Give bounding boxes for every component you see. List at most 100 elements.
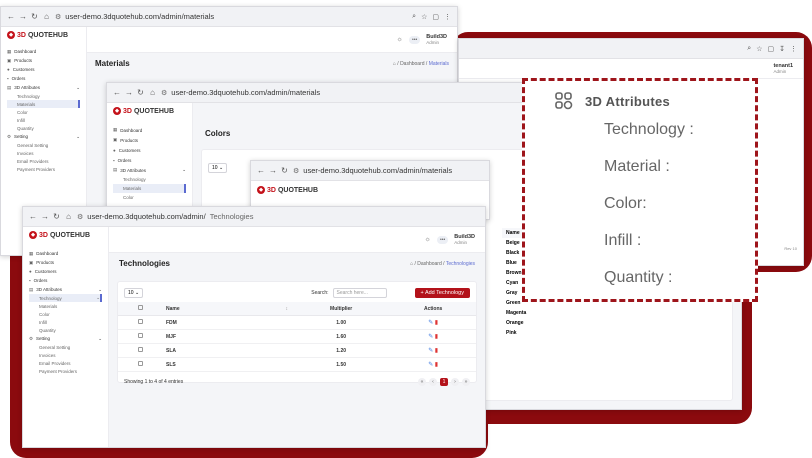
- sidebar-item-customers[interactable]: ● Customers: [113, 145, 186, 155]
- sidebar-item-email-providers[interactable]: Email Providers: [29, 359, 102, 367]
- add-technology-button[interactable]: + Add Technology: [414, 288, 470, 298]
- edit-icon[interactable]: ✎: [428, 362, 433, 368]
- address-bar[interactable]: ⚙ user-demo.3dquotehub.com/admin/material…: [55, 12, 407, 21]
- page-button[interactable]: 1: [440, 378, 448, 386]
- star-icon[interactable]: ☆: [421, 13, 427, 21]
- forward-icon[interactable]: →: [269, 166, 277, 175]
- sidebar-item-invoices[interactable]: Invoices: [7, 149, 80, 157]
- download-icon[interactable]: ↧: [779, 45, 785, 53]
- trash-icon[interactable]: ▮: [435, 320, 438, 326]
- zoom-icon[interactable]: ⌕: [412, 13, 416, 21]
- sidebar-item-products[interactable]: ▣ Products: [113, 135, 186, 145]
- sidebar-item-customers[interactable]: ● Customers: [7, 65, 80, 74]
- sidebar-item-customers[interactable]: ● Customers: [29, 267, 102, 276]
- sidebar-item-general-setting[interactable]: General Setting: [29, 343, 102, 351]
- page-size-select[interactable]: 10 ⌄: [208, 163, 228, 173]
- row-checkbox[interactable]: [118, 357, 162, 372]
- zoom-icon[interactable]: ⌕: [747, 45, 751, 53]
- reload-icon[interactable]: ↻: [31, 12, 38, 21]
- address-bar[interactable]: ⚙ user-demo.3dquotehub.com/admin/material…: [293, 166, 483, 175]
- sidebar-item-infill[interactable]: Infill: [29, 318, 102, 326]
- sidebar-item-quantity[interactable]: Quantity: [7, 124, 80, 132]
- breadcrumb-dashboard[interactable]: Dashboard: [400, 61, 424, 67]
- sidebar-item-payment-providers[interactable]: Payment Providers: [7, 165, 80, 173]
- extension-icon[interactable]: ▢: [768, 45, 775, 53]
- site-settings-icon[interactable]: ⚙: [161, 89, 167, 97]
- sidebar-item-products[interactable]: ▣ Products: [7, 56, 80, 65]
- home-icon[interactable]: ⌂: [393, 61, 396, 67]
- site-settings-icon[interactable]: ⚙: [293, 167, 299, 175]
- forward-icon[interactable]: →: [41, 212, 49, 221]
- sidebar-item-materials[interactable]: Materials: [29, 302, 102, 310]
- sidebar-item-materials[interactable]: Materials: [113, 184, 186, 193]
- back-icon[interactable]: ←: [113, 88, 121, 97]
- sidebar-item-dashboard[interactable]: ▦ Dashboard: [29, 249, 102, 258]
- forward-icon[interactable]: →: [19, 12, 27, 21]
- menu-icon[interactable]: ⋮: [444, 13, 451, 21]
- edit-icon[interactable]: ✎: [428, 334, 433, 340]
- sidebar-item-color[interactable]: Color: [29, 310, 102, 318]
- reload-icon[interactable]: ↻: [137, 88, 144, 97]
- back-icon[interactable]: ←: [29, 212, 37, 221]
- sidebar-item-color[interactable]: Color: [7, 108, 80, 116]
- avatar[interactable]: •••: [436, 235, 449, 244]
- user-menu[interactable]: Build3D Admin: [454, 234, 475, 246]
- edit-icon[interactable]: ✎: [428, 348, 433, 354]
- sidebar-item-materials[interactable]: Materials: [7, 100, 80, 108]
- sidebar-item-dashboard[interactable]: ▦ Dashboard: [7, 47, 80, 56]
- last-page-icon[interactable]: »: [462, 378, 470, 386]
- next-page-icon[interactable]: ›: [451, 378, 459, 386]
- trash-icon[interactable]: ▮: [435, 362, 438, 368]
- home-icon[interactable]: ⌂: [149, 88, 156, 97]
- sidebar-item-general-setting[interactable]: General Setting: [7, 141, 80, 149]
- avatar[interactable]: •••: [408, 35, 421, 44]
- column-header-multiplier[interactable]: Multiplier: [292, 302, 391, 316]
- sidebar-item-orders[interactable]: ▪ Orders: [113, 155, 186, 165]
- search-input[interactable]: Search here...: [332, 288, 387, 298]
- sidebar-item-dashboard[interactable]: ▦ Dashboard: [113, 125, 186, 135]
- menu-icon[interactable]: ⋮: [790, 45, 797, 53]
- site-settings-icon[interactable]: ⚙: [55, 13, 61, 21]
- user-menu[interactable]: tenant1 Admin: [773, 63, 793, 75]
- page-size-select[interactable]: 10 ⌄: [124, 288, 144, 298]
- prev-page-icon[interactable]: ‹: [429, 378, 437, 386]
- sidebar-item-setting[interactable]: ⚙ Setting ⌄: [29, 334, 102, 343]
- sidebar-item-setting[interactable]: ⚙ Setting ⌄: [7, 132, 80, 141]
- reload-icon[interactable]: ↻: [281, 166, 288, 175]
- theme-icon[interactable]: ☼: [397, 36, 403, 43]
- sidebar-item-color[interactable]: Color: [113, 193, 186, 202]
- home-icon[interactable]: ⌂: [65, 212, 72, 221]
- row-checkbox[interactable]: [118, 315, 162, 330]
- sidebar-item-3d-attributes[interactable]: ▤ 3D Attributes ⌄: [7, 83, 80, 92]
- sidebar-item-payment-providers[interactable]: Payment Providers: [29, 367, 102, 375]
- sidebar-item-products[interactable]: ▣ Products: [29, 258, 102, 267]
- edit-icon[interactable]: ✎: [428, 320, 433, 326]
- back-icon[interactable]: ←: [257, 166, 265, 175]
- site-settings-icon[interactable]: ⚙: [77, 213, 83, 221]
- sidebar-item-invoices[interactable]: Invoices: [29, 351, 102, 359]
- sidebar-item-email-providers[interactable]: Email Providers: [7, 157, 80, 165]
- sidebar-item-infill[interactable]: Infill: [7, 116, 80, 124]
- trash-icon[interactable]: ▮: [435, 334, 438, 340]
- sidebar-item-3d-attributes[interactable]: ▤ 3D Attributes ⌄: [113, 165, 186, 175]
- column-header-name[interactable]: Name ↕: [162, 302, 292, 316]
- user-menu[interactable]: Build3D Admin: [426, 34, 447, 46]
- sidebar-item-technology[interactable]: Technology ⌄: [29, 294, 102, 302]
- forward-icon[interactable]: →: [125, 88, 133, 97]
- theme-icon[interactable]: ☼: [425, 236, 431, 243]
- sidebar-item-3d-attributes[interactable]: ▤ 3D Attributes ⌄: [29, 285, 102, 294]
- select-all-checkbox[interactable]: [118, 302, 162, 316]
- sidebar-item-quantity[interactable]: Quantity: [29, 326, 102, 334]
- breadcrumb-dashboard[interactable]: Dashboard: [417, 261, 441, 267]
- row-checkbox[interactable]: [118, 329, 162, 344]
- star-icon[interactable]: ☆: [756, 45, 762, 53]
- reload-icon[interactable]: ↻: [53, 212, 60, 221]
- address-bar[interactable]: ⚙ user-demo.3dquotehub.com/admin/Technolo…: [77, 212, 479, 221]
- sidebar-item-technology[interactable]: Technology: [7, 92, 80, 100]
- sidebar-item-orders[interactable]: ▪ Orders: [7, 74, 80, 83]
- trash-icon[interactable]: ▮: [435, 348, 438, 354]
- sidebar-item-orders[interactable]: ▪ Orders: [29, 276, 102, 285]
- first-page-icon[interactable]: «: [418, 378, 426, 386]
- home-icon[interactable]: ⌂: [410, 261, 413, 267]
- back-icon[interactable]: ←: [7, 12, 15, 21]
